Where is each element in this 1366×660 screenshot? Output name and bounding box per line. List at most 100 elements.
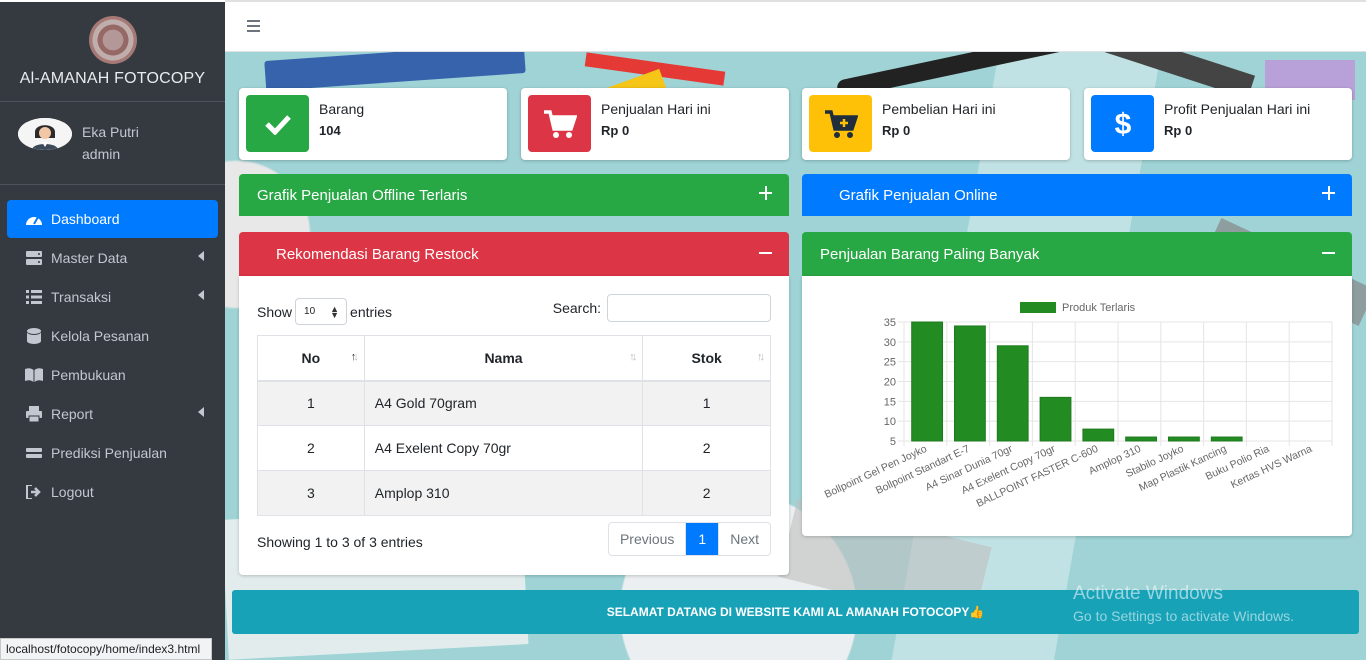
windows-watermark-subtitle: Go to Settings to activate Windows. bbox=[1073, 608, 1294, 624]
chevron-left-icon bbox=[198, 407, 204, 417]
sidebar: Al-AMANAH FOTOCOPY Eka Putri admin Dashb… bbox=[0, 0, 225, 660]
sidebar-item-label: Master Data bbox=[51, 250, 128, 266]
y-tick-label: 25 bbox=[884, 357, 896, 369]
sidebar-item-dashboard[interactable]: Dashboard bbox=[7, 200, 218, 238]
sidebar-nav: Dashboard Master Data Transaksi Kelola Pesa… bbox=[0, 185, 225, 511]
cart-icon bbox=[528, 95, 591, 152]
entries-label: entries bbox=[350, 303, 393, 320]
sidebar-item-label: Dashboard bbox=[51, 211, 120, 227]
column-header-stok[interactable]: Stok ↑↓ bbox=[642, 335, 771, 382]
info-box-value: Rp 0 bbox=[601, 123, 630, 138]
avatar[interactable] bbox=[18, 118, 72, 150]
brand-logo bbox=[88, 16, 137, 64]
sort-asc-icon: ↑↓ bbox=[350, 351, 359, 363]
restock-card-body: Show 10 ▲ ▼ entries Search: No ↑↓ Nama ↑↓ S… bbox=[239, 276, 789, 575]
info-box-value: 104 bbox=[319, 123, 341, 138]
user-name[interactable]: Eka Putri bbox=[82, 124, 139, 140]
show-label: Show bbox=[257, 303, 293, 320]
sidebar-item-label: Pembukuan bbox=[51, 367, 126, 383]
sidebar-item-label: Kelola Pesanan bbox=[51, 328, 150, 344]
sort-icon: ↑↓ bbox=[757, 351, 765, 363]
chevron-left-icon bbox=[198, 290, 204, 300]
sidebar-item-report[interactable]: Report bbox=[7, 395, 218, 433]
cell-stok: 2 bbox=[642, 470, 771, 516]
best-selling-title: Penjualan Barang Paling Banyak bbox=[820, 245, 1040, 263]
cell-nama: A4 Gold 70gram bbox=[363, 380, 644, 426]
restock-card-header: Rekomendasi Barang Restock bbox=[239, 232, 789, 276]
sidebar-item-master-data[interactable]: Master Data bbox=[7, 239, 218, 277]
bar bbox=[1168, 436, 1200, 442]
status-bar-url: localhost/fotocopy/home/index3.html bbox=[0, 638, 212, 660]
brand-link[interactable]: Al-AMANAH FOTOCOPY bbox=[0, 2, 225, 102]
bar bbox=[1125, 436, 1158, 442]
sidebar-item-label: Transaksi bbox=[51, 289, 112, 305]
sidebar-item-kelola-pesanan[interactable]: Kelola Pesanan bbox=[7, 317, 218, 355]
expand-plus-icon[interactable] bbox=[1322, 186, 1336, 200]
top-navbar bbox=[225, 0, 1366, 52]
menu-toggle-icon[interactable] bbox=[247, 20, 260, 32]
table-row: 3 Amplop 310 2 bbox=[257, 470, 771, 516]
info-box-pembelian-hari-ini: Pembelian Hari ini Rp 0 bbox=[802, 88, 1070, 160]
info-box-label: Pembelian Hari ini bbox=[882, 101, 996, 117]
cell-stok: 1 bbox=[642, 380, 771, 426]
y-tick-label: 15 bbox=[884, 396, 896, 408]
page-length-select[interactable]: 10 ▲ ▼ bbox=[295, 298, 348, 325]
sort-icon: ↑↓ bbox=[629, 351, 637, 363]
legend-swatch bbox=[1020, 302, 1056, 313]
sidebar-item-label: Prediksi Penjualan bbox=[51, 445, 167, 461]
info-box-profit-penjualan-hari-ini: $ Profit Penjualan Hari ini Rp 0 bbox=[1084, 88, 1352, 160]
expand-plus-icon[interactable] bbox=[759, 186, 773, 200]
sidebar-item-prediksi-penjualan[interactable]: Prediksi Penjualan bbox=[7, 434, 218, 472]
search-control: Search: bbox=[553, 294, 771, 322]
pagination-page-1[interactable]: 1 bbox=[686, 523, 720, 555]
database-icon bbox=[25, 328, 43, 344]
online-chart-card-header: Grafik Penjualan Online bbox=[802, 174, 1352, 216]
bar bbox=[911, 321, 944, 442]
y-tick-label: 30 bbox=[884, 337, 896, 349]
info-box-label: Profit Penjualan Hari ini bbox=[1164, 101, 1311, 117]
collapse-minus-icon[interactable] bbox=[1322, 246, 1336, 260]
column-header-nama[interactable]: Nama ↑↓ bbox=[363, 335, 644, 382]
y-tick-label: 35 bbox=[884, 317, 896, 329]
bar bbox=[954, 325, 986, 442]
check-icon bbox=[246, 95, 309, 152]
dollar-icon: $ bbox=[1091, 95, 1154, 152]
column-header-no[interactable]: No ↑↓ bbox=[257, 335, 365, 382]
y-tick-label: 10 bbox=[884, 416, 896, 428]
info-box-penjualan-hari-ini: Penjualan Hari ini Rp 0 bbox=[521, 88, 789, 160]
sidebar-item-label: Logout bbox=[51, 484, 94, 500]
welcome-banner-text: SELAMAT DATANG DI WEBSITE KAMI AL AMANAH… bbox=[606, 605, 985, 619]
table-row: 2 A4 Exelent Copy 70gr 2 bbox=[257, 425, 771, 471]
search-label: Search: bbox=[552, 300, 601, 316]
sign-out-icon bbox=[25, 484, 43, 500]
info-box-value: Rp 0 bbox=[882, 123, 911, 138]
sidebar-item-transaksi[interactable]: Transaksi bbox=[7, 278, 218, 316]
page-length-value: 10 bbox=[304, 306, 316, 317]
collapse-minus-icon[interactable] bbox=[759, 246, 773, 260]
sidebar-item-label: Report bbox=[51, 406, 94, 422]
pagination-next[interactable]: Next bbox=[719, 523, 770, 555]
info-box-value: Rp 0 bbox=[1164, 123, 1193, 138]
table-info: Showing 1 to 3 of 3 entries bbox=[257, 534, 423, 550]
sidebar-item-logout[interactable]: Logout bbox=[7, 473, 218, 511]
cart-plus-icon bbox=[809, 95, 872, 152]
page-length-control: Show 10 ▲ ▼ entries bbox=[257, 298, 392, 325]
info-box-label: Penjualan Hari ini bbox=[601, 101, 711, 117]
svg-text:$: $ bbox=[1114, 108, 1131, 140]
bar bbox=[996, 345, 1029, 442]
y-tick-label: 5 bbox=[890, 436, 896, 448]
restock-title: Rekomendasi Barang Restock bbox=[276, 245, 479, 263]
tachometer-icon bbox=[25, 211, 43, 227]
offline-chart-card-header: Grafik Penjualan Offline Terlaris bbox=[239, 174, 789, 216]
equals-icon bbox=[25, 445, 43, 461]
windows-watermark-title: Activate Windows bbox=[1073, 583, 1223, 604]
y-tick-label: 20 bbox=[884, 377, 896, 389]
pagination-previous[interactable]: Previous bbox=[609, 523, 687, 555]
cell-nama: Amplop 310 bbox=[363, 470, 644, 516]
chevron-left-icon bbox=[198, 251, 204, 261]
cell-stok: 2 bbox=[642, 425, 771, 471]
info-box-barang: Barang 104 bbox=[239, 88, 507, 160]
sidebar-item-pembukuan[interactable]: Pembukuan bbox=[7, 356, 218, 394]
best-selling-bar-chart: Produk Terlaris5101520253035Bollpoint Ge… bbox=[823, 302, 1333, 510]
search-input[interactable] bbox=[607, 294, 771, 322]
